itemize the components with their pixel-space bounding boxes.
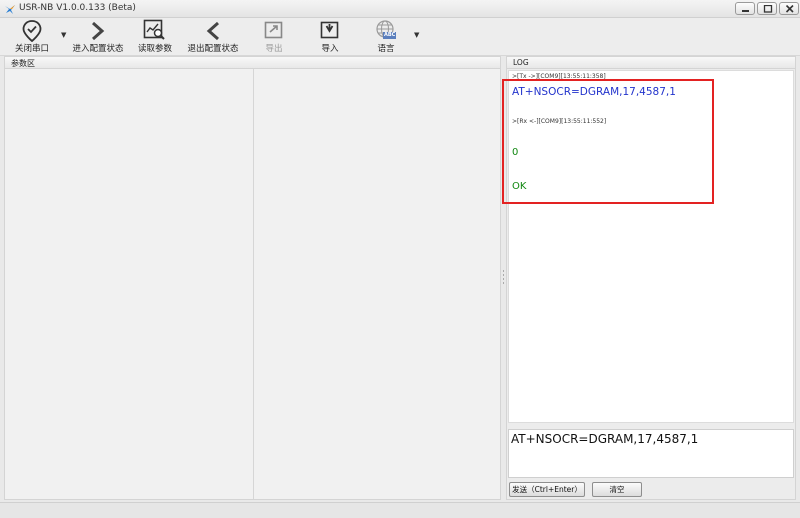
import-icon <box>320 21 339 39</box>
chart-search-icon <box>143 19 165 40</box>
command-input[interactable]: AT+NSOCR=DGRAM,17,4587,1 <box>508 429 794 478</box>
param-panel: 参数区 <box>4 56 501 500</box>
status-bar <box>0 502 800 518</box>
export-button[interactable]: 导出 <box>258 18 290 56</box>
language-dropdown-icon[interactable]: ▼ <box>414 31 419 39</box>
close-port-button[interactable]: 关闭串口 <box>8 18 56 56</box>
export-icon <box>264 21 283 39</box>
exit-config-button[interactable]: 退出配置状态 <box>185 18 241 56</box>
close-icon <box>785 5 794 13</box>
toolbar: 关闭串口 ▼ 进入配置状态 读取参数 退出配置状态 导出 导入 ABC 语言 ▼ <box>0 18 800 56</box>
highlight-annotation-box <box>502 79 714 204</box>
title-bar: USR-NB V1.0.0.133 (Beta) <box>0 0 800 18</box>
language-label: 语言 <box>377 44 395 54</box>
param-panel-header: 参数区 <box>5 57 500 69</box>
close-window-button[interactable] <box>779 2 799 15</box>
splitter-handle[interactable] <box>502 270 505 284</box>
close-port-label: 关闭串口 <box>14 44 49 54</box>
window-title: USR-NB V1.0.0.133 (Beta) <box>19 3 136 13</box>
param-panel-title: 参数区 <box>11 59 35 68</box>
enter-config-label: 进入配置状态 <box>72 44 124 54</box>
chevron-left-icon <box>206 21 219 41</box>
send-button[interactable]: 发送（Ctrl+Enter） <box>509 482 585 497</box>
log-panel-title: LOG <box>513 58 529 67</box>
language-badge: ABC <box>384 32 396 38</box>
chevron-right-icon <box>92 21 105 41</box>
location-check-icon <box>22 20 42 42</box>
language-button[interactable]: ABC 语言 <box>368 18 404 56</box>
maximize-button[interactable] <box>757 2 777 15</box>
log-panel-header: LOG <box>507 57 795 69</box>
app-logo-icon <box>5 5 15 14</box>
close-port-dropdown-icon[interactable]: ▼ <box>61 31 66 39</box>
clear-button[interactable]: 清空 <box>592 482 642 497</box>
read-params-button[interactable]: 读取参数 <box>133 18 177 56</box>
enter-config-button[interactable]: 进入配置状态 <box>70 18 126 56</box>
import-label: 导入 <box>321 44 339 54</box>
read-params-label: 读取参数 <box>137 44 172 54</box>
param-column-divider <box>253 69 254 499</box>
minimize-button[interactable] <box>735 2 755 15</box>
exit-config-label: 退出配置状态 <box>187 44 239 54</box>
maximize-icon <box>763 5 773 13</box>
minimize-icon <box>742 10 749 12</box>
export-label: 导出 <box>265 44 283 54</box>
import-button[interactable]: 导入 <box>314 18 346 56</box>
